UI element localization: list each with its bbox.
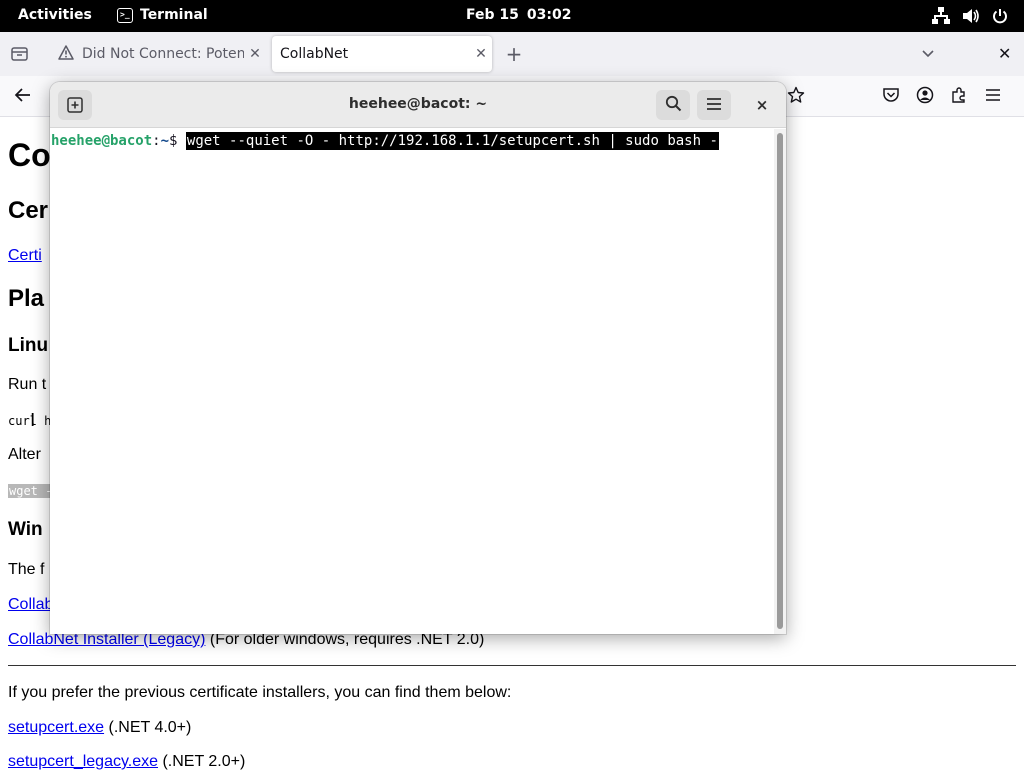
terminal-search-button[interactable] xyxy=(656,90,690,120)
network-icon xyxy=(932,7,950,24)
terminal-icon: >_ xyxy=(117,7,133,23)
terminal-header-bar[interactable]: heehee@bacot: ~ × xyxy=(50,82,786,128)
section-heading-platforms: Pla xyxy=(8,285,45,312)
volume-icon xyxy=(962,8,980,24)
warning-icon xyxy=(58,44,74,64)
prompt-path: ~ xyxy=(160,133,170,149)
divider xyxy=(8,665,1016,666)
prompt-separator: : xyxy=(152,133,161,149)
hamburger-menu-icon[interactable] xyxy=(984,86,1002,108)
tab-title: Did Not Connect: Potenti xyxy=(82,46,244,62)
account-icon[interactable] xyxy=(916,86,934,108)
system-tray[interactable] xyxy=(932,7,1008,24)
terminal-close-button[interactable]: × xyxy=(750,94,774,118)
prompt-symbol: $ xyxy=(169,133,186,149)
toolbar-buttons xyxy=(882,86,1002,108)
page-title: Co xyxy=(8,137,51,173)
activities-button[interactable]: Activities xyxy=(18,7,92,23)
clock-date: Feb 15 xyxy=(466,7,519,23)
gnome-top-bar: Activities >_ Terminal Feb 15 03:02 xyxy=(0,0,1024,32)
new-tab-button[interactable]: + xyxy=(504,44,524,64)
browser-tab-bar: Did Not Connect: Potenti ✕ CollabNet ✕ +… xyxy=(0,32,1024,76)
terminal-scrollbar[interactable] xyxy=(774,129,786,634)
app-menu[interactable]: >_ Terminal xyxy=(117,7,208,23)
clock[interactable]: Feb 15 03:02 xyxy=(466,7,571,23)
setupcert-note: (.NET 4.0+) xyxy=(104,719,192,736)
certificate-link[interactable]: Certi xyxy=(8,247,42,265)
setupcert-legacy-line: setupcert_legacy.exe (.NET 2.0+) xyxy=(8,753,245,771)
scrollbar-thumb[interactable] xyxy=(777,133,783,629)
wget-command-code: wget - xyxy=(8,484,54,498)
selected-command-text[interactable]: wget --quiet -O - http://192.168.1.1/set… xyxy=(185,132,719,150)
collabnet-installer-link[interactable]: Collab xyxy=(8,596,53,614)
terminal-menu-button[interactable] xyxy=(697,90,731,120)
close-tab-icon[interactable]: ✕ xyxy=(470,46,492,62)
power-icon xyxy=(992,8,1008,24)
close-tab-icon[interactable]: ✕ xyxy=(244,46,266,62)
browser-tab[interactable]: Did Not Connect: Potenti ✕ xyxy=(48,36,266,72)
terminal-output[interactable]: heehee@bacot:~$ wget --quiet -O - http:/… xyxy=(50,129,774,634)
setupcert-exe-link[interactable]: setupcert.exe xyxy=(8,719,104,736)
clock-time: 03:02 xyxy=(526,7,572,23)
bookmark-star-icon[interactable] xyxy=(787,86,805,108)
setupcert-legacy-note: (.NET 2.0+) xyxy=(158,753,246,770)
text-cursor-icon: I xyxy=(30,410,36,431)
section-heading-windows: Win xyxy=(8,519,43,540)
close-window-button[interactable]: ✕ xyxy=(998,44,1011,63)
browser-tab-active[interactable]: CollabNet ✕ xyxy=(272,36,492,72)
app-name: Terminal xyxy=(140,7,208,23)
linux-instructions-text: Run t xyxy=(8,376,47,393)
setupcert-line: setupcert.exe (.NET 4.0+) xyxy=(8,719,191,737)
windows-instructions-text: The f xyxy=(8,561,45,578)
chevron-down-icon[interactable] xyxy=(920,45,936,65)
previous-installers-text: If you prefer the previous certificate i… xyxy=(8,684,512,701)
search-icon xyxy=(665,95,682,116)
terminal-prompt-line: heehee@bacot:~$ wget --quiet -O - http:/… xyxy=(51,132,719,150)
alternative-text: Alter xyxy=(8,446,41,463)
tab-title: CollabNet xyxy=(280,46,349,62)
section-heading-certificate: Cer xyxy=(8,197,49,224)
list-all-tabs-icon[interactable] xyxy=(10,45,30,63)
hamburger-menu-icon xyxy=(706,96,722,115)
pocket-icon[interactable] xyxy=(882,86,900,108)
terminal-window[interactable]: heehee@bacot: ~ × heehee@bacot:~$ wget -… xyxy=(50,82,786,634)
extensions-icon[interactable] xyxy=(950,86,968,108)
back-arrow-icon[interactable] xyxy=(14,86,32,109)
prompt-user-host: heehee@bacot xyxy=(51,133,153,149)
section-heading-linux: Linu xyxy=(8,335,49,356)
setupcert-legacy-exe-link[interactable]: setupcert_legacy.exe xyxy=(8,753,158,770)
